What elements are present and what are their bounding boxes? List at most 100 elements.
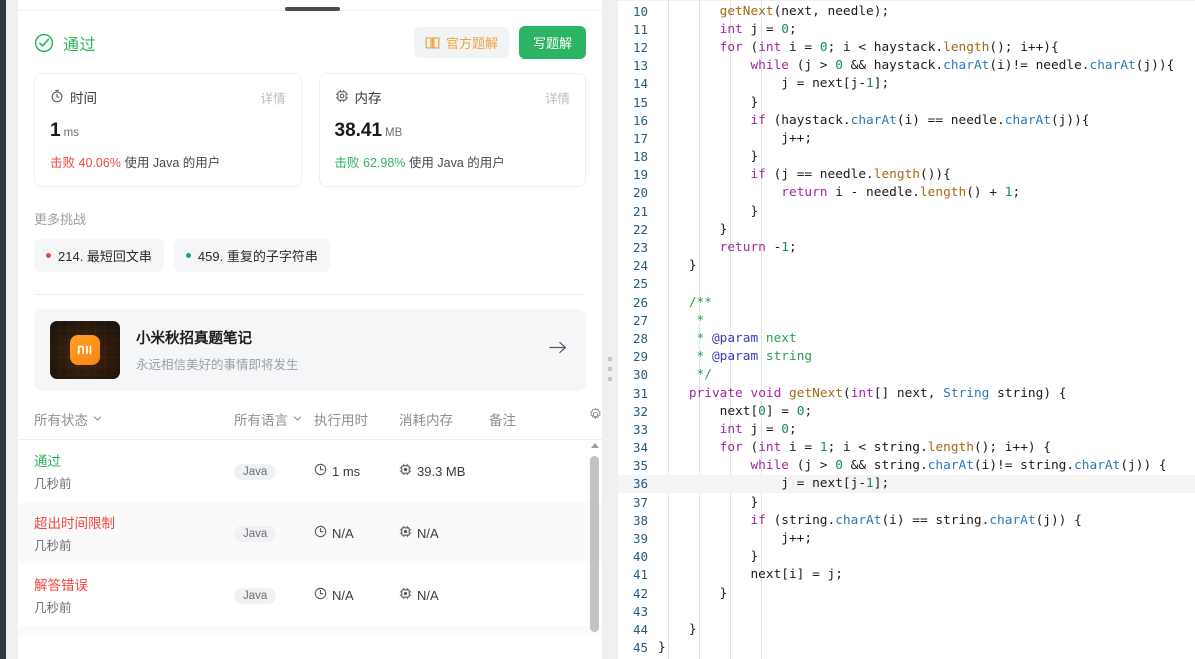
promo-card[interactable]: 小米秋招真题笔记 永远相信美好的事情即将发生 xyxy=(34,309,586,391)
line-content[interactable]: } xyxy=(658,495,758,510)
line-content[interactable]: if (j == needle.length()){ xyxy=(658,167,950,182)
challenge-chip[interactable]: 459. 重复的子字符串 xyxy=(173,239,330,272)
line-number: 23 xyxy=(632,240,648,256)
cell-memory: N/A xyxy=(399,525,509,541)
panel-splitter[interactable] xyxy=(602,0,618,659)
language-tag: Java xyxy=(234,588,277,604)
line-content[interactable]: * @param next xyxy=(658,331,797,346)
scrollbar-thumb[interactable] xyxy=(590,456,599,632)
line-content[interactable]: } xyxy=(658,586,728,601)
line-content[interactable]: private void getNext(int[] next, String … xyxy=(658,386,1067,401)
memory-card-header: 内存 详情 xyxy=(335,87,570,107)
challenge-chip[interactable]: 214. 最短回文串 xyxy=(34,239,164,272)
code-line: 23 return -1; xyxy=(618,238,1195,256)
line-content[interactable]: next[0] = 0; xyxy=(658,404,813,419)
line-content[interactable]: } xyxy=(658,258,697,273)
submission-time-ago: 几秒前 xyxy=(34,601,72,615)
section-divider xyxy=(34,294,586,295)
line-content[interactable]: return i - needle.length() + 1; xyxy=(658,185,1020,200)
cell-runtime: 1 ms xyxy=(314,463,399,479)
memory-card-title: 内存 xyxy=(335,87,382,107)
line-content[interactable]: int j = 0; xyxy=(658,22,797,37)
line-content[interactable]: } xyxy=(658,549,758,564)
memory-chip-icon xyxy=(399,463,412,479)
line-content[interactable]: } xyxy=(658,622,697,637)
line-number: 35 xyxy=(632,458,648,474)
line-content[interactable]: getNext(next, needle); xyxy=(658,4,890,19)
write-solution-button[interactable]: 写题解 xyxy=(518,26,586,59)
line-number: 27 xyxy=(632,312,648,328)
code-line: 14 j = next[j-1]; xyxy=(618,75,1195,93)
official-solution-button[interactable]: 官方题解 xyxy=(413,27,509,58)
memory-beat-prefix: 击败 xyxy=(334,156,360,170)
code-line: 16 if (haystack.charAt(i) == needle.char… xyxy=(618,111,1195,129)
code-line: 10 getNext(next, needle); xyxy=(618,2,1195,20)
line-content[interactable]: int j = 0; xyxy=(658,422,797,437)
table-row[interactable]: 解答错误 几秒前 Java xyxy=(18,564,602,626)
memory-detail-link[interactable]: 详情 xyxy=(545,88,570,107)
line-content[interactable]: } xyxy=(658,222,728,237)
line-content[interactable]: } xyxy=(658,149,758,164)
code-line: 15 } xyxy=(618,93,1195,111)
line-content[interactable]: next[i] = j; xyxy=(658,567,842,582)
line-content[interactable]: while (j > 0 && haystack.charAt(i)!= nee… xyxy=(658,58,1174,73)
line-content[interactable]: /** xyxy=(658,295,712,310)
table-row[interactable]: 解答错误 几秒前 Java xyxy=(18,626,602,636)
splitter-grip-icon[interactable] xyxy=(608,357,612,387)
runtime-beat-percent: 40.06% xyxy=(78,156,121,170)
line-number: 11 xyxy=(632,21,648,37)
line-number: 16 xyxy=(632,112,648,128)
line-content[interactable]: } xyxy=(658,204,758,219)
chevron-down-icon xyxy=(92,412,103,427)
line-content[interactable]: while (j > 0 && string.charAt(i)!= strin… xyxy=(658,458,1166,473)
line-content[interactable]: if (string.charAt(i) == string.charAt(j)… xyxy=(658,513,1081,528)
left-gutter xyxy=(6,0,18,659)
line-content[interactable]: return -1; xyxy=(658,240,797,255)
column-header-status[interactable]: 所有状态 xyxy=(34,409,234,429)
arrow-right-icon[interactable] xyxy=(548,339,570,361)
submission-time-ago: 几秒前 xyxy=(34,539,72,553)
runtime-stat-card: 时间 详情 1 ms 击败 40.06% 使用 Java 的用户 xyxy=(34,73,302,187)
runtime-value: 1 ms xyxy=(332,463,361,479)
column-header-runtime: 执行用时 xyxy=(314,413,368,428)
line-content[interactable]: * @param string xyxy=(658,349,813,364)
table-row[interactable]: 通过 几秒前 Java 1 ms 39.3 MB xyxy=(18,440,602,502)
line-content[interactable]: j = next[j-1]; xyxy=(658,76,889,91)
code-line: 34 for (int i = 1; i < string.length(); … xyxy=(618,439,1195,457)
line-content[interactable]: for (int i = 0; i < haystack.length(); i… xyxy=(658,40,1059,55)
runtime-value: 1 xyxy=(50,120,61,141)
code-line: 32 next[0] = 0; xyxy=(618,402,1195,420)
line-content[interactable]: } xyxy=(658,95,758,110)
column-header-language[interactable]: 所有语言 xyxy=(234,409,314,429)
line-content[interactable]: for (int i = 1; i < string.length(); i++… xyxy=(658,440,1051,455)
line-content[interactable]: } xyxy=(658,640,666,655)
table-row[interactable]: 超出时间限制 几秒前 Java N/A N/A xyxy=(18,502,602,564)
line-content[interactable]: j = next[j-1]; xyxy=(658,476,889,491)
stat-cards: 时间 详情 1 ms 击败 40.06% 使用 Java 的用户 内存 详情 3… xyxy=(18,63,602,187)
submission-status-row: 通过 官方题解 写题解 xyxy=(18,12,602,63)
memory-chip-icon xyxy=(399,587,412,603)
code-line: 12 for (int i = 0; i < haystack.length()… xyxy=(618,38,1195,56)
language-tag: Java xyxy=(234,526,277,542)
line-number: 13 xyxy=(632,58,648,74)
active-tab-indicator[interactable] xyxy=(285,7,340,11)
gear-icon[interactable] xyxy=(588,407,602,425)
promo-text: 小米秋招真题笔记 永远相信美好的事情即将发生 xyxy=(136,327,532,373)
column-header-note: 备注 xyxy=(489,413,516,428)
runtime-beat-prefix: 击败 xyxy=(50,156,76,170)
clock-icon xyxy=(314,587,327,603)
line-content[interactable]: * xyxy=(658,313,705,328)
line-content[interactable]: j++; xyxy=(658,531,812,546)
promo-title: 小米秋招真题笔记 xyxy=(136,331,252,347)
scroll-up-arrow-icon[interactable] xyxy=(590,443,599,448)
chevron-down-icon xyxy=(292,412,303,427)
editor-top-border xyxy=(618,0,1195,1)
code-editor[interactable]: 10 getNext(next, needle); 11 int j = 0; … xyxy=(618,0,1195,659)
line-content[interactable]: */ xyxy=(658,367,712,382)
table-scrollbar[interactable] xyxy=(589,440,600,636)
cell-language: Java xyxy=(234,586,314,604)
line-content[interactable]: j++; xyxy=(658,131,812,146)
line-content[interactable]: if (haystack.charAt(i) == needle.charAt(… xyxy=(658,113,1089,128)
line-number: 40 xyxy=(632,549,648,565)
runtime-detail-link[interactable]: 详情 xyxy=(260,88,285,107)
